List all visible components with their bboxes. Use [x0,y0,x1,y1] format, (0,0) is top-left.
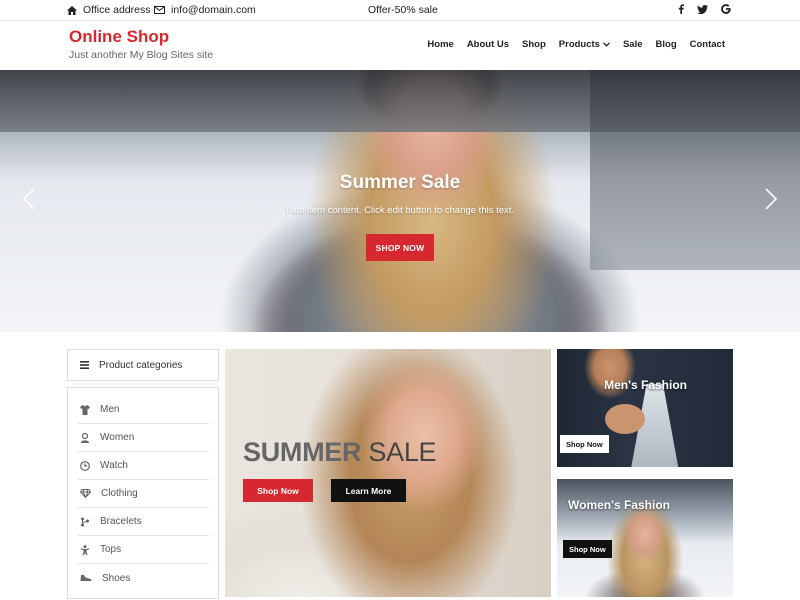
main-nav: Home About Us Shop Products Sale Blog Co… [427,39,725,50]
category-women[interactable]: Women [78,424,209,452]
category-label[interactable]: Clothing [101,488,138,499]
category-label[interactable]: Women [100,432,134,443]
nav-blog-label[interactable]: Blog [656,39,677,50]
hero-background-building [590,70,800,270]
site-logo[interactable]: Online Shop [69,27,169,47]
shoe-icon [80,575,92,581]
nav-products[interactable]: Products [559,39,610,50]
site-header: Online Shop Just another My Blog Sites s… [0,21,800,70]
nav-products-label[interactable]: Products [559,39,600,50]
nav-shop[interactable]: Shop [522,39,546,50]
womens-shop-now-button[interactable]: Shop Now [563,540,612,558]
category-label[interactable]: Men [100,404,119,415]
hero-slider: Summer Sale I am item content. Click edi… [0,70,800,332]
promo-title: SUMMER SALE [243,437,437,468]
category-label[interactable]: Shoes [102,573,130,584]
product-categories-title: Product categories [99,359,183,371]
bracelet-icon [81,517,89,526]
social-links [678,4,731,14]
category-watch[interactable]: Watch [78,452,209,480]
nav-contact-label[interactable]: Contact [690,39,725,50]
promo-learn-more-button[interactable]: Learn More [331,479,406,502]
google-icon[interactable] [721,4,731,14]
category-label[interactable]: Watch [100,460,128,471]
nav-sale-label[interactable]: Sale [623,39,643,50]
category-tops[interactable]: Tops [78,536,209,564]
nav-contact[interactable]: Contact [690,39,725,50]
summer-sale-banner: SUMMER SALE Shop Now Learn More [225,349,551,597]
email-link[interactable]: info@domain.com [154,4,256,16]
mens-fashion-title: Men's Fashion [604,378,687,392]
mens-fashion-tile[interactable]: Men's Fashion Shop Now [557,349,733,467]
child-icon [81,544,89,555]
promo-shop-now-button[interactable]: Shop Now [243,479,313,502]
nav-shop-label[interactable]: Shop [522,39,546,50]
person-icon [81,432,89,443]
clock-icon [80,460,90,471]
promo-title-bold: SUMMER [243,437,362,467]
site-tagline: Just another My Blog Sites site [69,49,214,61]
email-text[interactable]: info@domain.com [171,4,256,16]
offer-text: Offer-50% sale [368,4,438,16]
category-label[interactable]: Tops [100,544,121,555]
category-bracelets[interactable]: Bracelets [78,508,209,536]
office-address: Office address [67,4,151,16]
chevron-down-icon[interactable] [603,42,610,47]
hero-text: I am item content. Click edit button to … [285,205,515,216]
top-bar: Office address info@domain.com Offer-50%… [0,0,800,21]
diamond-icon [80,489,91,498]
category-men[interactable]: Men [78,396,209,424]
promo-title-light: SALE [368,437,437,467]
nav-sale[interactable]: Sale [623,39,643,50]
nav-blog[interactable]: Blog [656,39,677,50]
nav-home[interactable]: Home [427,39,453,50]
hero-shop-now-button[interactable]: SHOP NOW [366,234,434,261]
category-list: Men Women Watch Clothing Bracelets Tops … [67,387,219,599]
womens-fashion-title: Women's Fashion [568,498,670,512]
category-shoes[interactable]: Shoes [78,564,209,592]
menu-icon [80,361,89,369]
offer-label: Offer-50% sale [368,4,438,16]
twitter-icon[interactable] [697,4,708,14]
home-icon [67,5,77,15]
nav-about-us[interactable]: About Us [467,39,509,50]
hero-title: Summer Sale [339,172,461,193]
category-label[interactable]: Bracelets [100,516,142,527]
office-address-text: Office address [83,4,151,16]
facebook-icon[interactable] [678,4,684,14]
mens-shop-now-button[interactable]: Shop Now [560,435,609,453]
category-clothing[interactable]: Clothing [78,480,209,508]
mens-hand-image [605,404,645,434]
womens-fashion-tile[interactable]: Women's Fashion Shop Now [557,479,733,597]
shirt-icon [80,404,90,415]
nav-home-label[interactable]: Home [427,39,453,50]
product-categories-header[interactable]: Product categories [67,349,219,381]
envelope-icon [154,6,165,14]
nav-about-us-label[interactable]: About Us [467,39,509,50]
